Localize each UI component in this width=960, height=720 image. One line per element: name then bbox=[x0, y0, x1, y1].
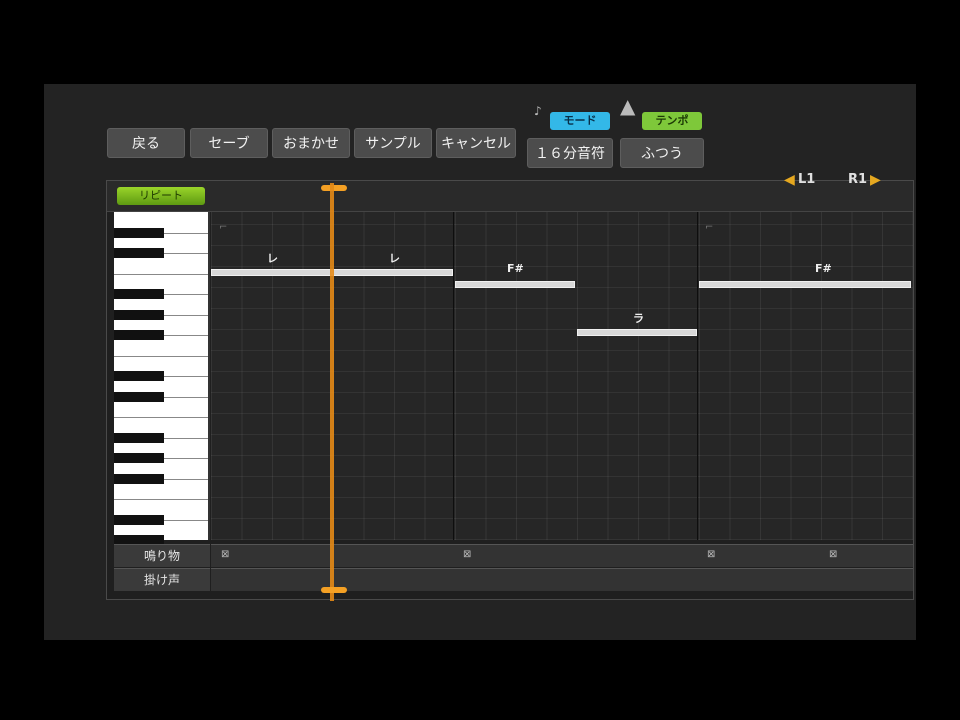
white-key-divider bbox=[114, 273, 208, 275]
metronome-icon: ▲ bbox=[620, 94, 636, 118]
playhead[interactable] bbox=[330, 183, 334, 601]
arrow-left-icon: ◀ bbox=[784, 172, 795, 188]
arrow-right-icon: ▶ bbox=[870, 172, 881, 188]
black-key[interactable] bbox=[114, 391, 164, 402]
note-bar[interactable] bbox=[699, 281, 911, 288]
sample-button[interactable]: サンプル bbox=[354, 128, 432, 158]
black-key[interactable] bbox=[114, 453, 164, 463]
playhead-bottom-cap bbox=[321, 587, 347, 593]
drum-icon: ⊠ bbox=[829, 549, 838, 560]
note-bar[interactable] bbox=[332, 269, 453, 276]
measure-marker-icon: ⌐ bbox=[705, 222, 714, 233]
tempo-value-button[interactable]: ふつう bbox=[620, 138, 704, 168]
cancel-button[interactable]: キャンセル bbox=[436, 128, 516, 158]
note-bar[interactable] bbox=[577, 329, 697, 336]
note-lyric: F# bbox=[815, 262, 832, 275]
measure-marker-icon: ⌐ bbox=[219, 222, 228, 233]
percussion-lane[interactable]: ⊠ ⊠ ⊠ ⊠ bbox=[211, 544, 913, 567]
note-lyric: レ bbox=[389, 252, 400, 265]
note-lyric: F# bbox=[507, 262, 524, 275]
auto-button[interactable]: おまかせ bbox=[272, 128, 350, 158]
black-key[interactable] bbox=[114, 289, 164, 299]
note-bar[interactable] bbox=[211, 269, 332, 276]
playhead-top-cap bbox=[321, 185, 347, 191]
l1-button[interactable]: L1 bbox=[798, 172, 815, 187]
black-key[interactable] bbox=[114, 330, 164, 340]
note-lyric: ラ bbox=[633, 312, 644, 325]
r1-button[interactable]: R1 bbox=[848, 172, 867, 187]
note-icon: ♪ bbox=[534, 104, 542, 118]
note-grid[interactable]: ⌐ ⌐ レ レ F# ラ F# bbox=[211, 212, 913, 540]
note-bar[interactable] bbox=[455, 281, 575, 288]
shout-row-label: 掛け声 bbox=[114, 568, 210, 591]
black-key[interactable] bbox=[114, 371, 164, 381]
percussion-row-label: 鳴り物 bbox=[114, 544, 210, 567]
measure-line bbox=[453, 212, 454, 540]
drum-icon: ⊠ bbox=[221, 549, 230, 560]
repeat-button[interactable]: リピート bbox=[117, 187, 205, 205]
black-key[interactable] bbox=[114, 248, 164, 258]
note-lyric: レ bbox=[267, 252, 278, 265]
back-button[interactable]: 戻る bbox=[107, 128, 185, 158]
drum-icon: ⊠ bbox=[707, 549, 716, 560]
black-key[interactable] bbox=[114, 309, 164, 320]
mode-value-button[interactable]: １６分音符 bbox=[527, 138, 613, 168]
white-key-divider bbox=[114, 499, 208, 500]
white-key-divider bbox=[114, 355, 208, 357]
mode-tag: モード bbox=[550, 112, 610, 130]
save-button[interactable]: セーブ bbox=[190, 128, 268, 158]
black-key[interactable] bbox=[114, 432, 164, 443]
measure-line bbox=[697, 212, 698, 540]
black-key[interactable] bbox=[114, 227, 164, 238]
shout-lane[interactable] bbox=[211, 568, 913, 591]
piano-roll-editor: リピート ⌐ ⌐ レ レ F# ラ F# 鳴り物 ⊠ ⊠ ⊠ ⊠ 掛け声 bbox=[106, 180, 914, 601]
tempo-tag: テンポ bbox=[642, 112, 702, 130]
black-key[interactable] bbox=[114, 473, 164, 484]
drum-icon: ⊠ bbox=[463, 549, 472, 560]
piano-keyboard[interactable] bbox=[114, 212, 210, 545]
black-key[interactable] bbox=[114, 514, 164, 525]
white-key-divider bbox=[114, 417, 208, 418]
